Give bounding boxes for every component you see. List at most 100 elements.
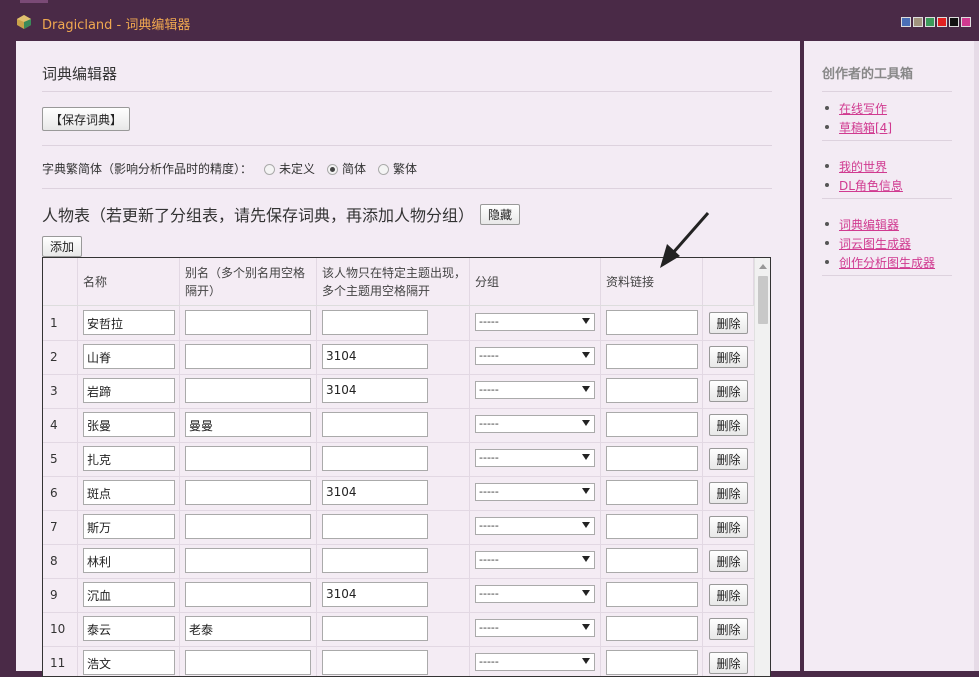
name-input[interactable]: 山脊	[83, 344, 175, 369]
table-row: 7 斯万 ----- 删除	[43, 510, 754, 545]
sidebar-link[interactable]: 草稿箱[4]	[839, 119, 892, 136]
page-scroll-edge[interactable]	[974, 41, 979, 671]
group-select[interactable]: -----	[475, 653, 595, 671]
group-cell: -----	[470, 306, 601, 340]
alias-input[interactable]	[185, 548, 311, 573]
theme-swatch[interactable]	[949, 17, 959, 27]
name-input[interactable]: 斑点	[83, 480, 175, 505]
dragicland-logo-icon	[17, 15, 31, 29]
alias-input[interactable]	[185, 310, 311, 335]
link-input[interactable]	[606, 616, 698, 641]
sidebar-title: 创作者的工具箱	[822, 67, 914, 82]
theme-swatch[interactable]	[961, 17, 971, 27]
alias-input[interactable]: 老泰	[185, 616, 311, 641]
topic-input[interactable]: 3104	[322, 344, 428, 369]
sidebar-link[interactable]: DL角色信息	[839, 177, 903, 194]
alias-input[interactable]	[185, 650, 311, 675]
theme-swatch[interactable]	[913, 17, 923, 27]
group-select[interactable]: -----	[475, 381, 595, 399]
group-select[interactable]: -----	[475, 415, 595, 433]
name-input[interactable]: 安哲拉	[83, 310, 175, 335]
group-select[interactable]: -----	[475, 313, 595, 331]
link-input[interactable]	[606, 344, 698, 369]
link-input[interactable]	[606, 310, 698, 335]
link-input[interactable]	[606, 514, 698, 539]
delete-button[interactable]: 删除	[709, 346, 748, 368]
col-index	[43, 258, 78, 305]
sidebar-link[interactable]: 词典编辑器	[839, 216, 899, 233]
table-row: 8 林利 ----- 删除	[43, 544, 754, 579]
table-scrollbar[interactable]	[754, 258, 770, 676]
topic-input[interactable]: 3104	[322, 582, 428, 607]
name-input[interactable]: 泰云	[83, 616, 175, 641]
group-select[interactable]: -----	[475, 619, 595, 637]
link-input[interactable]	[606, 548, 698, 573]
radio-traditional[interactable]	[378, 164, 390, 175]
save-dictionary-button[interactable]: 【保存词典】	[42, 107, 130, 131]
group-select[interactable]: -----	[475, 551, 595, 569]
delete-button[interactable]: 删除	[709, 414, 748, 436]
theme-swatch[interactable]	[925, 17, 935, 27]
delete-button[interactable]: 删除	[709, 516, 748, 538]
index-cell: 11	[43, 646, 78, 676]
scroll-thumb[interactable]	[758, 276, 768, 324]
add-button[interactable]: 添加	[42, 236, 82, 257]
sidebar-link[interactable]: 创作分析图生成器	[839, 254, 935, 271]
theme-swatch[interactable]	[937, 17, 947, 27]
link-input[interactable]	[606, 650, 698, 675]
sidebar-link[interactable]: 词云图生成器	[839, 235, 911, 252]
name-input[interactable]: 扎克	[83, 446, 175, 471]
alias-input[interactable]: 曼曼	[185, 412, 311, 437]
radio-undefined[interactable]	[264, 164, 276, 175]
topic-input[interactable]: 3104	[322, 480, 428, 505]
group-select[interactable]: -----	[475, 483, 595, 501]
name-input[interactable]: 沉血	[83, 582, 175, 607]
sidebar-link[interactable]: 我的世界	[839, 158, 887, 175]
col-action	[703, 258, 754, 305]
group-select[interactable]: -----	[475, 347, 595, 365]
topic-input[interactable]	[322, 446, 428, 471]
alias-input[interactable]	[185, 378, 311, 403]
name-input[interactable]: 岩蹄	[83, 378, 175, 403]
alias-input[interactable]	[185, 344, 311, 369]
chevron-down-icon	[582, 454, 590, 460]
topic-input[interactable]	[322, 310, 428, 335]
delete-button[interactable]: 删除	[709, 482, 748, 504]
alias-input[interactable]	[185, 582, 311, 607]
index-cell: 4	[43, 408, 78, 442]
radio-simplified[interactable]	[327, 164, 339, 175]
delete-button[interactable]: 删除	[709, 448, 748, 470]
group-select[interactable]: -----	[475, 449, 595, 467]
delete-button[interactable]: 删除	[709, 584, 748, 606]
topic-input[interactable]: 3104	[322, 378, 428, 403]
hide-button[interactable]: 隐藏	[480, 204, 520, 225]
delete-button[interactable]: 删除	[709, 380, 748, 402]
link-input[interactable]	[606, 378, 698, 403]
delete-button[interactable]: 删除	[709, 312, 748, 334]
table-row: 2 山脊 3104 ----- 删除	[43, 340, 754, 375]
delete-button[interactable]: 删除	[709, 618, 748, 640]
topic-input[interactable]	[322, 412, 428, 437]
alias-input[interactable]	[185, 480, 311, 505]
topic-input[interactable]	[322, 548, 428, 573]
scroll-up-icon[interactable]	[759, 264, 767, 269]
delete-button[interactable]: 删除	[709, 550, 748, 572]
group-select[interactable]: -----	[475, 585, 595, 603]
theme-swatch[interactable]	[901, 17, 911, 27]
link-input[interactable]	[606, 480, 698, 505]
name-input[interactable]: 斯万	[83, 514, 175, 539]
topic-input[interactable]	[322, 514, 428, 539]
alias-input[interactable]	[185, 514, 311, 539]
link-input[interactable]	[606, 412, 698, 437]
group-select[interactable]: -----	[475, 517, 595, 535]
sidebar-link[interactable]: 在线写作	[839, 100, 887, 117]
alias-input[interactable]	[185, 446, 311, 471]
topic-input[interactable]	[322, 650, 428, 675]
link-input[interactable]	[606, 582, 698, 607]
name-input[interactable]: 林利	[83, 548, 175, 573]
theme-color-swatches	[901, 17, 971, 27]
name-input[interactable]: 张曼	[83, 412, 175, 437]
link-input[interactable]	[606, 446, 698, 471]
topic-input[interactable]	[322, 616, 428, 641]
name-input[interactable]: 浩文	[83, 650, 175, 675]
